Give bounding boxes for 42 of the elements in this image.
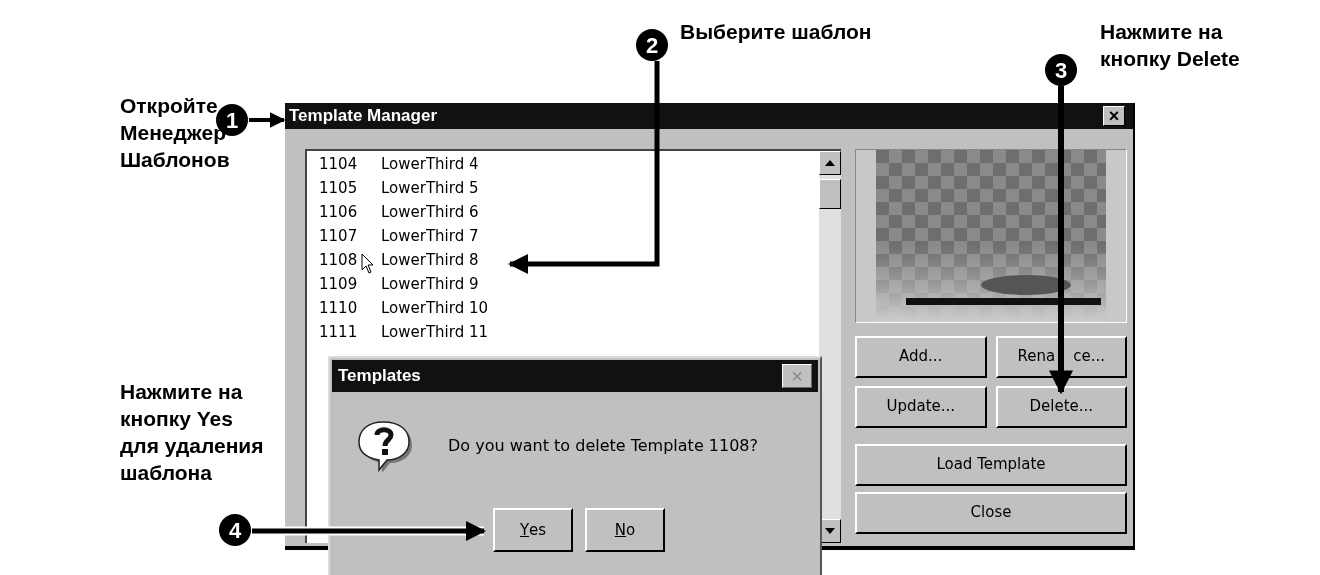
step-instruction: Выберите шаблон: [680, 19, 872, 45]
up-arrow-icon: [825, 159, 835, 166]
step-number: 2: [636, 29, 668, 61]
dialog-button[interactable]: Load Template: [855, 443, 1127, 486]
dialog-button[interactable]: No: [585, 508, 665, 552]
template-id: 1105: [319, 178, 358, 200]
template-name[interactable]: LowerThird 6: [381, 201, 819, 224]
scrollbar[interactable]: [819, 150, 841, 543]
dialog-button[interactable]: Add...: [855, 335, 987, 378]
scroll-up-button[interactable]: [819, 150, 841, 175]
template-name[interactable]: LowerThird 9: [381, 273, 819, 296]
template-name[interactable]: LowerThird 10: [381, 297, 819, 320]
template-name[interactable]: LowerThird 11: [381, 321, 819, 344]
template-name[interactable]: LowerThird 8: [381, 249, 819, 272]
dialog-button[interactable]: Rena ce...: [995, 335, 1127, 378]
dialog-message: Do you want to delete Template 1108?: [448, 435, 758, 457]
template-id: 1108: [319, 250, 358, 272]
template-id: 1106: [319, 202, 358, 224]
template-name[interactable]: LowerThird 5: [381, 177, 819, 200]
template-id: 1109: [319, 274, 358, 296]
down-arrow-icon: [825, 527, 835, 534]
template-id: 1110: [319, 298, 358, 320]
dialog-button[interactable]: Update...: [855, 385, 987, 428]
step-number: 3: [1045, 54, 1077, 86]
dialog-button[interactable]: Delete...: [995, 385, 1127, 428]
template-id: 1104: [319, 154, 358, 176]
callout-arrow: [249, 112, 286, 128]
template-name[interactable]: LowerThird 7: [381, 225, 819, 248]
dialog-title: Templates: [338, 365, 421, 388]
step-instruction: Нажмите на кнопку Yes для удаления шаблона: [120, 379, 264, 486]
window-title: Template Manager: [289, 105, 437, 127]
dialog-button[interactable]: Yes: [493, 508, 573, 552]
dialog-button[interactable]: Close: [855, 491, 1127, 534]
scroll-thumb[interactable]: [819, 178, 841, 209]
template-id: 1111: [319, 322, 358, 344]
close-button[interactable]: ×: [1103, 105, 1125, 126]
template-name[interactable]: LowerThird 4: [381, 153, 819, 176]
question-icon: [355, 418, 413, 474]
template-id: 1107: [319, 226, 358, 248]
mouse-pointer-icon: [361, 253, 375, 275]
step-instruction: Нажмите на кнопку Delete: [1100, 19, 1240, 72]
step-number: 4: [219, 514, 251, 546]
